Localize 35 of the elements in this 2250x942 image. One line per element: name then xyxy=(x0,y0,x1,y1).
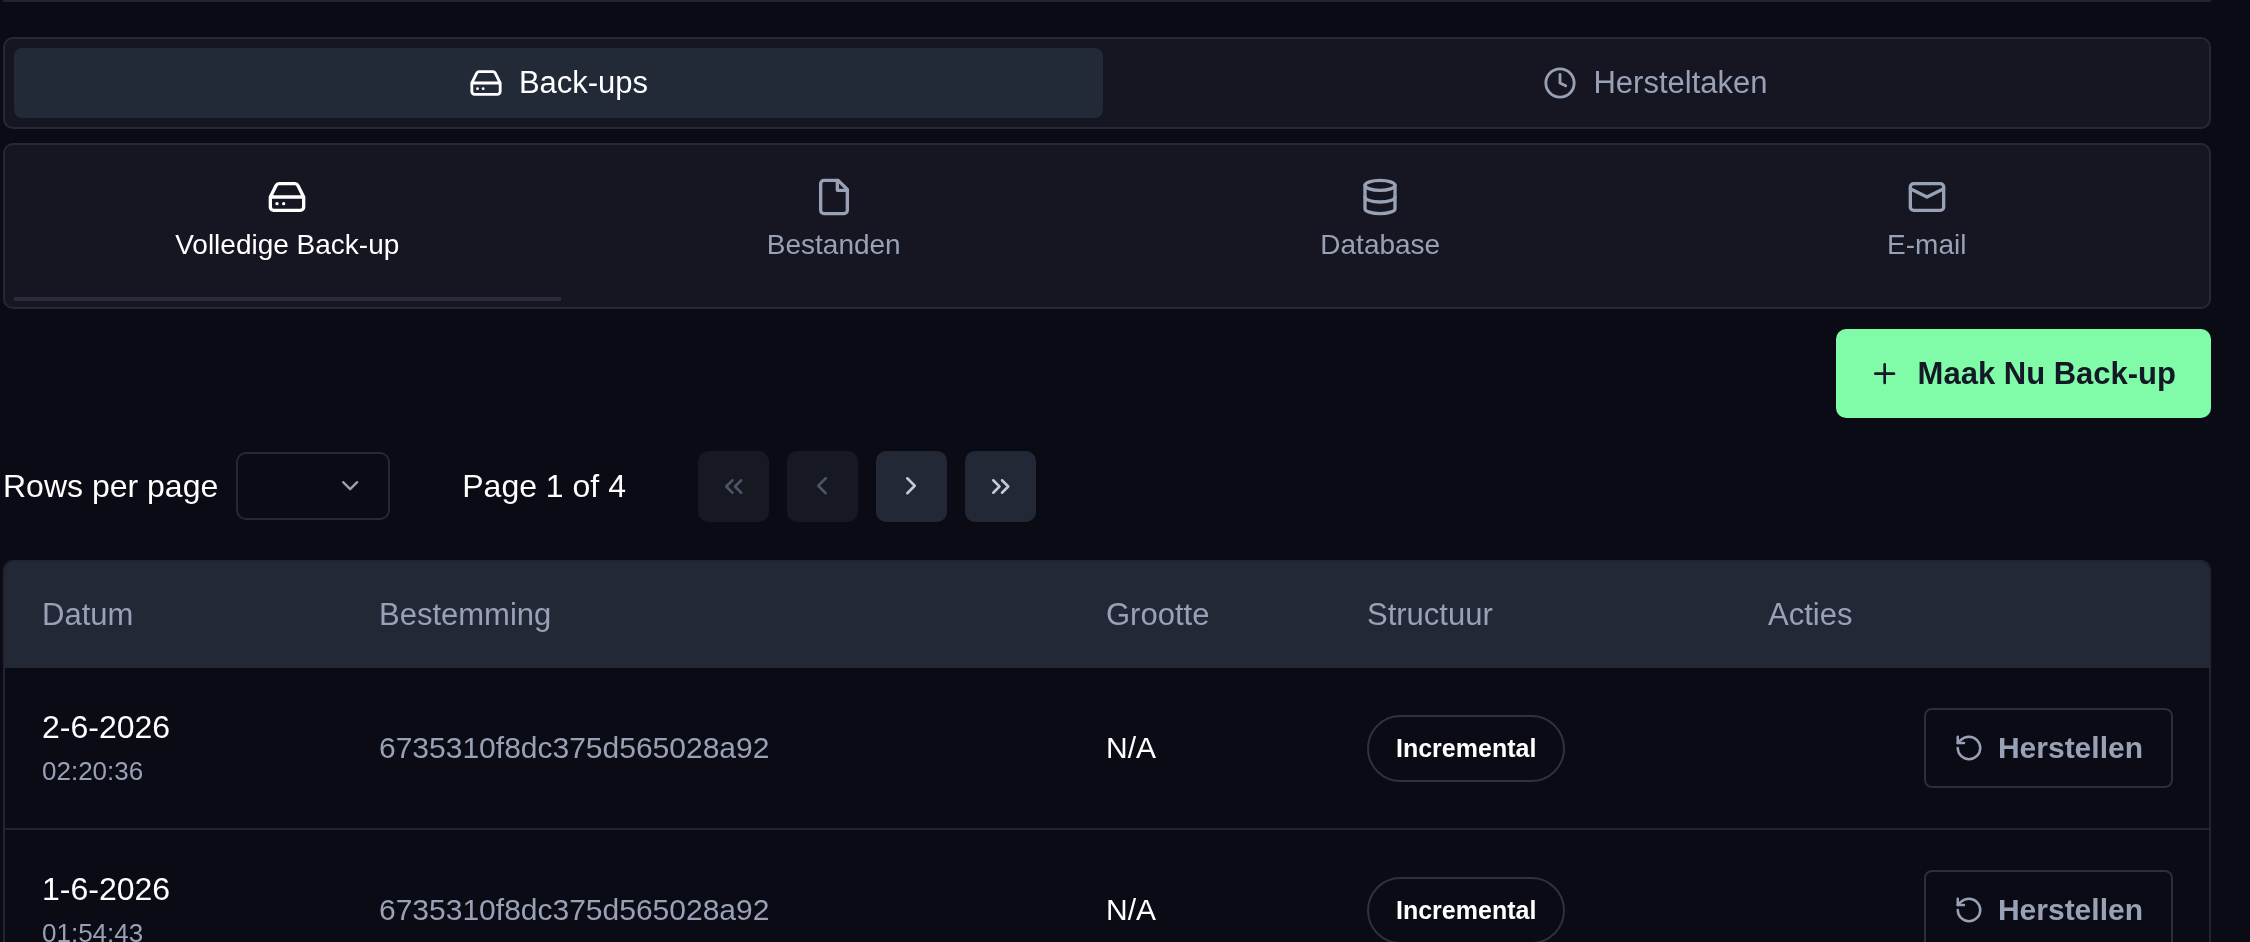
pagination-button[interactable] xyxy=(964,450,1036,522)
clock-icon xyxy=(1543,66,1578,100)
destination-cell-text: 6735310f8dc375d565028a92 xyxy=(379,731,771,765)
rows-per-page-select[interactable] xyxy=(236,452,391,520)
structure-badge: Incremental xyxy=(1367,714,1566,782)
view-tab[interactable]: Back-ups xyxy=(14,48,1103,118)
chevron-left-icon xyxy=(817,477,828,495)
destination-cell-text: 6735310f8dc375d565028a92 xyxy=(379,893,771,927)
restore-button[interactable]: Herstellen xyxy=(1923,708,2173,788)
size-cell-text: N/A xyxy=(1106,731,1157,765)
column-header: Datum xyxy=(42,597,135,633)
column-header: Bestemming xyxy=(379,597,553,633)
backup-time: 01:54:43 xyxy=(42,918,145,942)
backup-time: 02:20:36 xyxy=(42,756,145,787)
double-chevron-right-icon xyxy=(991,478,1010,494)
column-header: Grootte xyxy=(1106,597,1211,633)
backup-date: 2-6-2026 xyxy=(42,709,172,746)
category-tab[interactable]: Volledige Back-up xyxy=(14,155,561,301)
double-chevron-left-icon xyxy=(724,478,743,494)
size-cell-text: N/A xyxy=(1106,893,1157,927)
column-header: Structuur xyxy=(1367,597,1494,633)
rows-per-page-label: Rows per page xyxy=(3,467,219,505)
create-backup-button[interactable]: Maak Nu Back-up xyxy=(1836,329,2211,418)
page-indicator: Page 1 of 4 xyxy=(462,467,626,505)
plus-icon xyxy=(1874,362,1896,385)
chevron-down-icon xyxy=(341,481,359,491)
column-header: Acties xyxy=(1768,597,1854,633)
category-tab[interactable]: E-mail xyxy=(1653,155,2200,301)
restore-button[interactable]: Herstellen xyxy=(1923,870,2173,942)
structure-badge: Incremental xyxy=(1367,876,1566,942)
category-tab[interactable]: Bestanden xyxy=(560,155,1107,301)
chevron-right-icon xyxy=(906,477,917,495)
category-tab[interactable]: Database xyxy=(1107,155,1654,301)
view-tab[interactable]: Hersteltaken xyxy=(1111,48,2200,118)
backup-date: 1-6-2026 xyxy=(42,871,172,908)
